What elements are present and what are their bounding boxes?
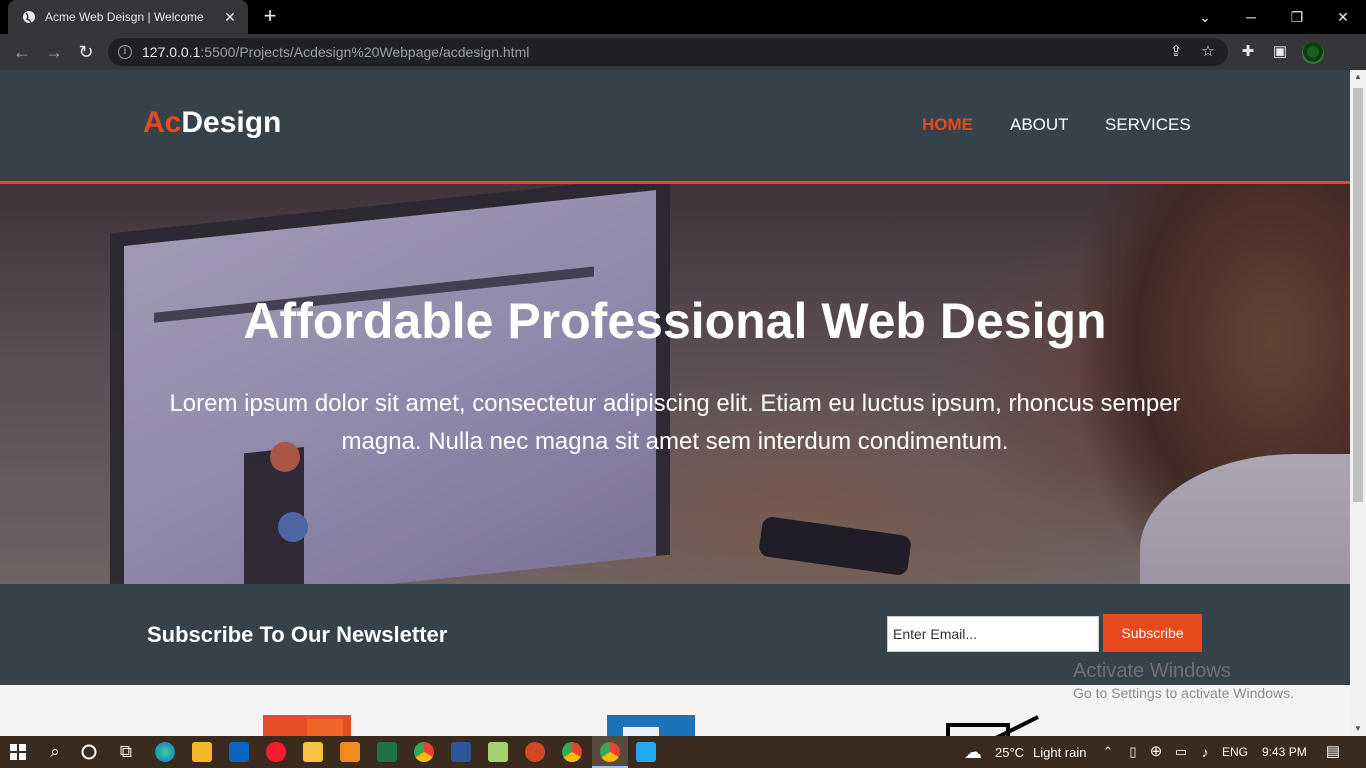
hero-title: Affordable Professional Web Design bbox=[243, 293, 1107, 349]
address-bar[interactable]: i 127.0.0.1:5500/Projects/Acdesign%20Web… bbox=[108, 38, 1228, 66]
side-panel-icon[interactable]: ▣ bbox=[1270, 42, 1290, 62]
mail-icon[interactable] bbox=[229, 742, 249, 762]
share-icon[interactable]: ⇪ bbox=[1166, 42, 1186, 62]
back-button[interactable]: ← bbox=[10, 40, 34, 64]
browser-toolbar: ← → ↻ i 127.0.0.1:5500/Projects/Acdesign… bbox=[0, 34, 1366, 70]
css3-logo-icon bbox=[607, 715, 695, 736]
newsletter-heading: Subscribe To Our Newsletter bbox=[147, 622, 448, 647]
nav-about[interactable]: ABOUT bbox=[1010, 115, 1069, 135]
tray-chevron-icon[interactable]: ⌃ bbox=[1097, 742, 1119, 762]
network-globe-icon[interactable]: ⊕ bbox=[1145, 742, 1167, 762]
edge-icon[interactable] bbox=[155, 742, 175, 762]
watermark-line1: Activate Windows bbox=[1073, 660, 1231, 682]
excel-icon[interactable] bbox=[377, 742, 397, 762]
profile-avatar[interactable] bbox=[1302, 42, 1324, 64]
new-tab-button[interactable]: + bbox=[258, 5, 282, 29]
scrollbar-thumb[interactable] bbox=[1353, 88, 1363, 502]
hero-overlay bbox=[0, 184, 1350, 584]
notifications-icon[interactable]: ▤ bbox=[1322, 742, 1344, 762]
start-icon[interactable] bbox=[10, 744, 26, 760]
site-logo[interactable]: AcDesign bbox=[143, 106, 281, 140]
watermark-line2: Go to Settings to activate Windows. bbox=[1073, 685, 1294, 701]
tab-title: Acme Web Deisgn | Welcome bbox=[45, 10, 204, 24]
hero-text: Lorem ipsum dolor sit amet, consectetur … bbox=[169, 390, 1181, 455]
file-explorer-icon[interactable] bbox=[303, 742, 323, 762]
word-icon[interactable] bbox=[451, 742, 471, 762]
volume-icon[interactable]: ♪ bbox=[1194, 742, 1216, 762]
opera-icon[interactable] bbox=[266, 742, 286, 762]
sublime-icon[interactable] bbox=[340, 742, 360, 762]
cortana-icon[interactable] bbox=[81, 744, 97, 760]
task-view-icon[interactable]: ⧉ bbox=[115, 742, 137, 762]
scroll-down-arrow-icon[interactable]: ▼ bbox=[1350, 722, 1366, 736]
logo-text: Design bbox=[181, 106, 282, 139]
windows-taskbar: ⌕ ⧉ ☁ 25°C Light rain ⌃ ▯ ⊕ ▭ ♪ ENG 9:43… bbox=[0, 736, 1366, 768]
extensions-icon[interactable]: ✚ bbox=[1238, 42, 1258, 62]
restore-button[interactable]: ❐ bbox=[1274, 0, 1320, 34]
hero-showcase: Affordable Professional Web Design Lorem… bbox=[0, 184, 1350, 584]
activate-windows-watermark: Activate Windows Go to Settings to activ… bbox=[1073, 660, 1294, 701]
email-input[interactable] bbox=[887, 616, 1099, 652]
chrome-active-icon[interactable] bbox=[600, 742, 620, 762]
web-page: AcDesign HOME ABOUT SERVICES Affordable … bbox=[0, 70, 1350, 736]
browser-tab-bar: Acme Web Deisgn | Welcome ✕ + ⌄ ─ ❐ ✕ bbox=[0, 0, 1366, 34]
forward-button[interactable]: → bbox=[42, 40, 66, 64]
close-window-button[interactable]: ✕ bbox=[1320, 0, 1366, 34]
subscribe-button[interactable]: Subscribe bbox=[1103, 614, 1202, 652]
chrome-icon[interactable] bbox=[562, 742, 582, 762]
tab-close-icon[interactable]: ✕ bbox=[222, 9, 238, 26]
chrome-icon[interactable] bbox=[414, 742, 434, 762]
page-scrollbar[interactable]: ▲ ▼ bbox=[1350, 70, 1366, 736]
vscode-icon[interactable] bbox=[636, 742, 656, 762]
tab-search-chevron-icon[interactable]: ⌄ bbox=[1182, 0, 1228, 34]
reload-button[interactable]: ↻ bbox=[74, 40, 98, 64]
weather-cloud-icon[interactable]: ☁ bbox=[962, 742, 984, 762]
globe-icon bbox=[23, 11, 35, 24]
logo-accent: Ac bbox=[143, 106, 182, 139]
nav-home[interactable]: HOME bbox=[922, 115, 973, 135]
device-icon[interactable]: ▯ bbox=[1122, 742, 1144, 762]
scroll-up-arrow-icon[interactable]: ▲ bbox=[1350, 70, 1366, 84]
url-path: :5500/Projects/Acdesign%20Webpage/acdesi… bbox=[200, 44, 530, 60]
language-indicator[interactable]: ENG bbox=[1222, 745, 1248, 759]
bookmark-star-icon[interactable]: ☆ bbox=[1198, 42, 1218, 62]
powerpoint-icon[interactable] bbox=[525, 742, 545, 762]
minimize-button[interactable]: ─ bbox=[1228, 0, 1274, 34]
store-icon[interactable] bbox=[192, 742, 212, 762]
url-host: 127.0.0.1 bbox=[142, 44, 201, 60]
notepad-icon[interactable] bbox=[488, 742, 508, 762]
url-text[interactable]: 127.0.0.1:5500/Projects/Acdesign%20Webpa… bbox=[142, 44, 529, 60]
search-icon[interactable]: ⌕ bbox=[44, 742, 66, 762]
site-header: AcDesign HOME ABOUT SERVICES bbox=[0, 70, 1350, 184]
battery-icon[interactable]: ▭ bbox=[1170, 742, 1192, 762]
html5-logo-icon bbox=[263, 715, 351, 736]
weather-desc[interactable]: Light rain bbox=[1033, 745, 1086, 760]
design-logo-icon bbox=[946, 715, 1039, 736]
clock[interactable]: 9:43 PM bbox=[1262, 745, 1307, 759]
weather-temp[interactable]: 25°C bbox=[995, 745, 1024, 760]
nav-services[interactable]: SERVICES bbox=[1105, 115, 1191, 135]
browser-tab[interactable]: Acme Web Deisgn | Welcome ✕ bbox=[8, 0, 248, 34]
site-info-icon[interactable]: i bbox=[118, 45, 132, 59]
